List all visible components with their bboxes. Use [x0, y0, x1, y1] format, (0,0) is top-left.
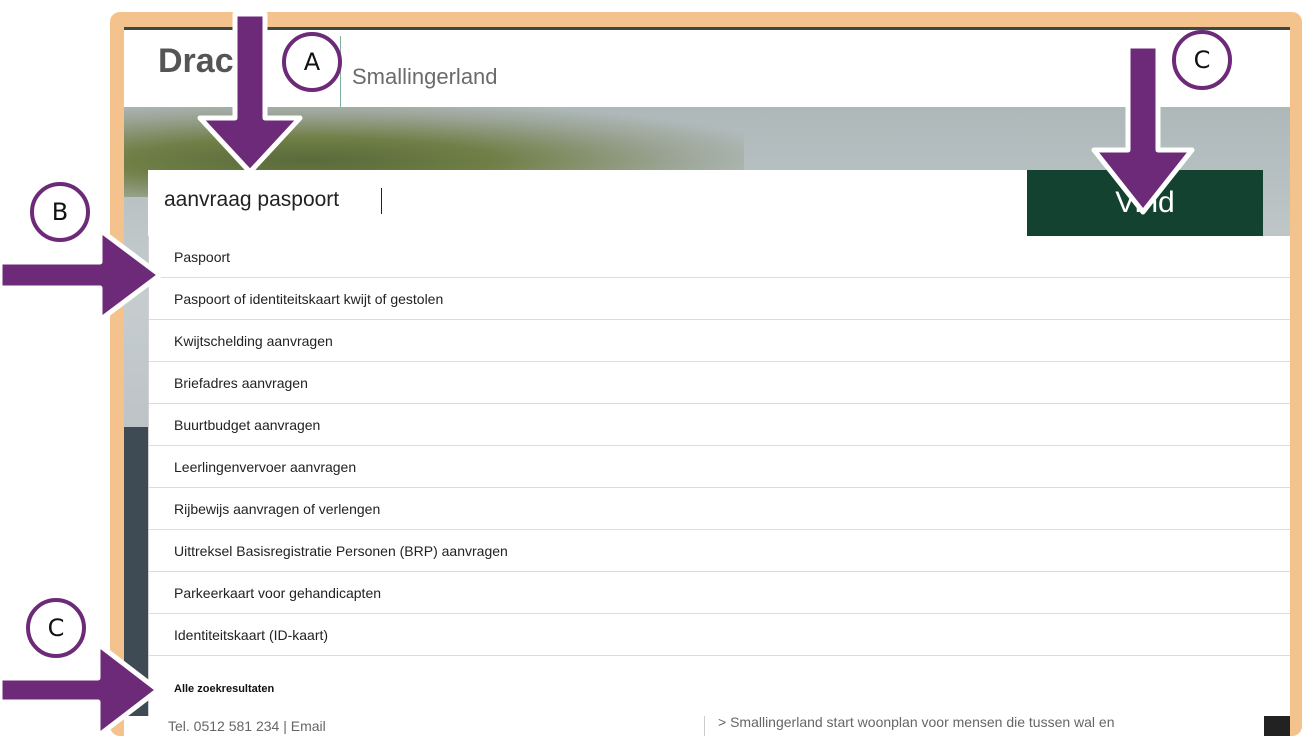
- text-caret: [381, 188, 382, 214]
- logo-divider: [340, 36, 341, 110]
- search-box: [148, 170, 1028, 236]
- suggestion-item[interactable]: Buurtbudget aanvragen: [149, 404, 1290, 446]
- vind-button[interactable]: Vind: [1027, 170, 1263, 236]
- footer-divider: [704, 716, 705, 736]
- suggestion-item[interactable]: Uittreksel Basisregistratie Personen (BR…: [149, 530, 1290, 572]
- footer-news-link[interactable]: > Smallingerland start woonplan voor men…: [718, 714, 1115, 730]
- footer-dark-block: [1264, 716, 1290, 736]
- browser-viewport: Drac Smallingerland Vind Paspoort Paspoo…: [124, 27, 1290, 736]
- footer-contact: Tel. 0512 581 234 | Email: [168, 718, 326, 734]
- suggestion-item[interactable]: Identiteitskaart (ID-kaart): [149, 614, 1290, 656]
- suggestion-item[interactable]: Kwijtschelding aanvragen: [149, 320, 1290, 362]
- site-logo-subtitle: Smallingerland: [352, 64, 498, 89]
- callout-c-bottom: C: [26, 598, 86, 658]
- suggestion-item[interactable]: Parkeerkaart voor gehandicapten: [149, 572, 1290, 614]
- callout-c-top: C: [1172, 30, 1232, 90]
- suggestion-item[interactable]: Paspoort of identiteitskaart kwijt of ge…: [149, 278, 1290, 320]
- callout-b: B: [30, 182, 90, 242]
- page-footer-strip: Tel. 0512 581 234 | Email > Smallingerla…: [124, 714, 1290, 736]
- all-results-link[interactable]: Alle zoekresultaten: [149, 674, 1290, 714]
- suggestion-item[interactable]: Paspoort: [149, 236, 1290, 278]
- suggestion-item[interactable]: Leerlingenvervoer aanvragen: [149, 446, 1290, 488]
- search-suggestions-dropdown: Paspoort Paspoort of identiteitskaart kw…: [148, 236, 1290, 716]
- suggestion-item[interactable]: Rijbewijs aanvragen of verlengen: [149, 488, 1290, 530]
- callout-a: A: [282, 32, 342, 92]
- suggestion-item[interactable]: Briefadres aanvragen: [149, 362, 1290, 404]
- search-input[interactable]: [164, 188, 1004, 212]
- site-logo[interactable]: Drac: [158, 42, 234, 81]
